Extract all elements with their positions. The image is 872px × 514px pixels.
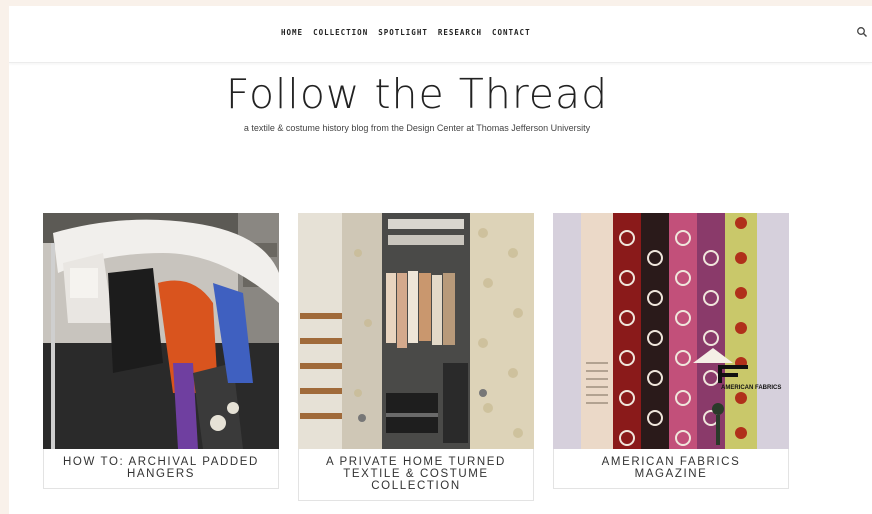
nav-home[interactable]: HOME [281,28,303,37]
post-thumbnail-magazine[interactable]: AMERICAN FABRICS [553,213,789,449]
search-icon[interactable] [856,26,868,38]
post-card[interactable]: HOW TO: ARCHIVAL PADDED HANGERS [43,213,279,489]
main-nav: HOME COLLECTION SPOTLIGHT RESEARCH CONTA… [281,28,541,37]
post-title[interactable]: A PRIVATE HOME TURNED TEXTILE & COSTUME … [298,449,534,501]
post-thumbnail-closet[interactable] [298,213,534,449]
site-title[interactable]: Follow the Thread [9,70,825,118]
post-title[interactable]: HOW TO: ARCHIVAL PADDED HANGERS [43,449,279,489]
nav-collection[interactable]: COLLECTION [313,28,368,37]
post-card[interactable]: AMERICAN FABRICS AMERICAN FABRICS MAGAZI… [553,213,789,489]
nav-spotlight[interactable]: SPOTLIGHT [378,28,428,37]
site-header: HOME COLLECTION SPOTLIGHT RESEARCH CONTA… [9,6,872,63]
post-card[interactable]: A PRIVATE HOME TURNED TEXTILE & COSTUME … [298,213,534,501]
nav-contact[interactable]: CONTACT [492,28,531,37]
site-tagline: a textile & costume history blog from th… [243,123,591,133]
nav-research[interactable]: RESEARCH [438,28,482,37]
page: HOME COLLECTION SPOTLIGHT RESEARCH CONTA… [9,6,872,514]
post-thumbnail-hangers[interactable] [43,213,279,449]
magazine-masthead: AMERICAN FABRICS [721,385,781,391]
post-title[interactable]: AMERICAN FABRICS MAGAZINE [553,449,789,489]
